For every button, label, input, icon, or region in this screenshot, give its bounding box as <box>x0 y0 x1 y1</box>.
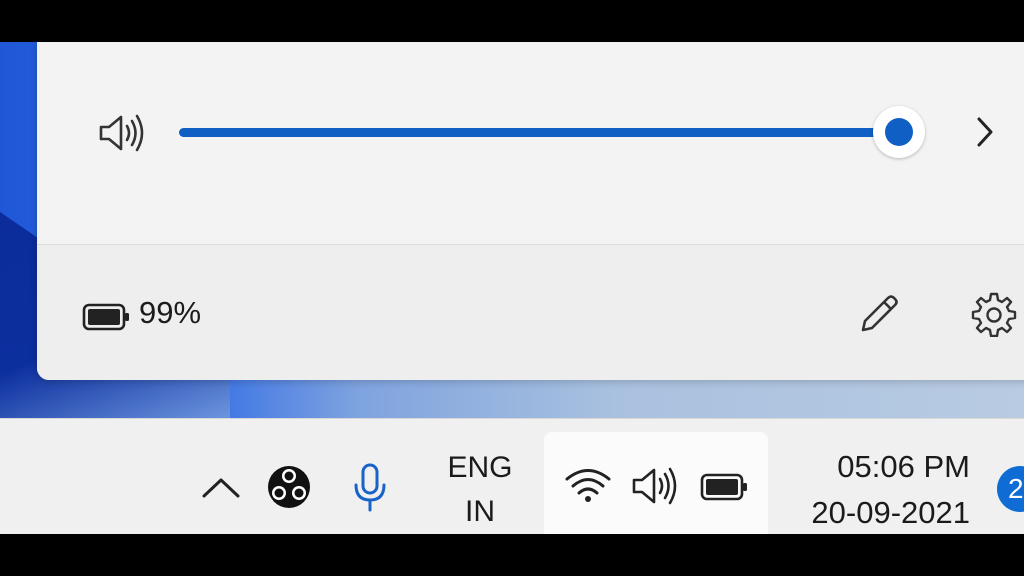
wifi-icon <box>564 466 612 504</box>
clock-time: 05:06 PM <box>837 449 970 484</box>
chevron-right-icon[interactable] <box>971 114 999 150</box>
language-code: ENG <box>447 451 513 484</box>
clock-date: 20-09-2021 <box>811 495 970 530</box>
screen: 99% ENG IN 05:06 PM 20-09-2021 2 <box>0 42 1024 534</box>
obs-studio-icon[interactable] <box>266 464 312 510</box>
microphone-icon[interactable] <box>350 462 390 514</box>
battery-icon <box>700 472 750 502</box>
battery-percentage[interactable]: 99% <box>139 295 201 331</box>
gear-icon[interactable] <box>971 291 1017 338</box>
input-language-indicator[interactable]: ENG IN <box>440 446 520 534</box>
volume-row <box>37 42 1024 244</box>
pencil-icon[interactable] <box>855 290 903 338</box>
taskbar-clock[interactable]: 05:06 PM 20-09-2021 <box>790 444 970 534</box>
chevron-up-icon[interactable] <box>200 472 242 502</box>
notification-badge[interactable]: 2 <box>997 466 1024 512</box>
volume-slider-thumb[interactable] <box>873 106 925 158</box>
taskbar: ENG IN 05:06 PM 20-09-2021 2 <box>0 418 1024 534</box>
flyout-footer: 99% <box>37 245 1024 380</box>
speaker-volume-icon <box>630 466 680 506</box>
volume-slider-track[interactable] <box>179 128 899 137</box>
language-region: IN <box>465 495 495 528</box>
taskbar-divider <box>0 418 1024 419</box>
battery-icon[interactable] <box>82 302 132 332</box>
quick-settings-flyout: 99% <box>37 42 1024 380</box>
system-tray-group[interactable] <box>544 432 768 534</box>
speaker-volume-icon[interactable] <box>97 112 147 154</box>
